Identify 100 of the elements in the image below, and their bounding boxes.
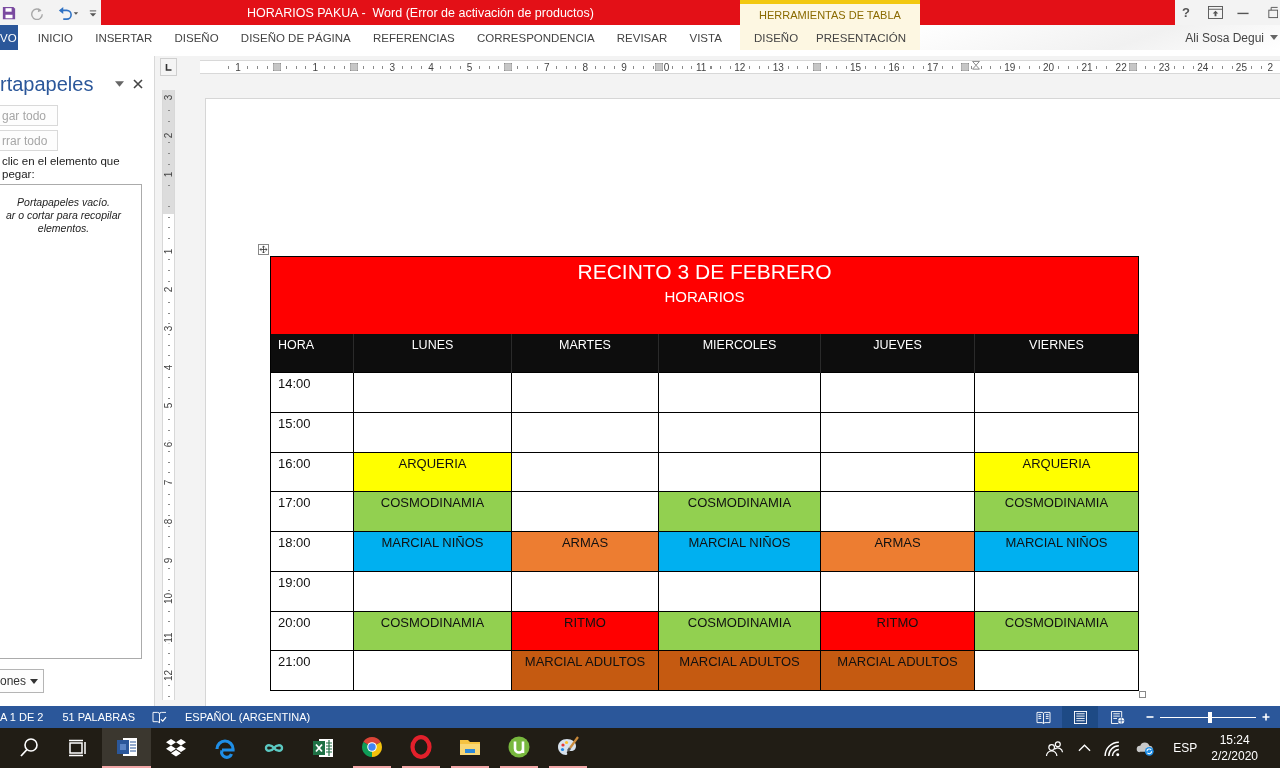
column-header: HORA	[270, 333, 354, 373]
ruler-number: 1	[234, 61, 242, 73]
column-header: JUEVES	[820, 333, 975, 373]
ruler-number: 4	[163, 363, 174, 371]
taskbar-app-button[interactable]	[102, 728, 151, 768]
table-cell: MARCIAL ADULTOS	[820, 650, 975, 691]
ruler-number: 19	[1003, 61, 1017, 73]
language-indicator[interactable]: ESPAÑOL (ARGENTINA)	[185, 711, 311, 723]
options-button[interactable]: ones	[0, 669, 44, 693]
caret-up-icon[interactable]	[1078, 744, 1092, 752]
horizontal-ruler[interactable]: 1 1 3 4 5 7 8 9 0 11 12 13 15 16 17 19 20 21 22 23 24 25 2	[200, 60, 1280, 74]
input-language[interactable]: ESP	[1173, 741, 1198, 755]
ring-icon	[408, 735, 433, 759]
column-marker-icon[interactable]	[961, 63, 970, 71]
spreadsheet-app-icon	[310, 736, 335, 760]
people-icon[interactable]	[1045, 739, 1065, 757]
ruler-number: 15	[848, 61, 863, 73]
window-title: HORARIOS PAKUA - Word (Error de activación de productos)	[247, 5, 594, 20]
restore-icon[interactable]	[1268, 6, 1278, 19]
time-cell: 17:00	[270, 491, 354, 532]
slider-thumb[interactable]	[1207, 711, 1212, 723]
zoom-out-icon[interactable]	[1146, 713, 1154, 721]
ruler-number: 24	[1196, 61, 1210, 73]
vertical-ruler[interactable]: 3 2 1 1 2 3 4 5 6 7 8 9 10 11 12	[162, 90, 175, 700]
caret-icon	[30, 678, 38, 684]
ruler-number: 25	[1234, 61, 1248, 73]
column-marker-icon[interactable]	[654, 63, 663, 71]
ruler-number: 9	[620, 61, 628, 73]
ruler-number: 13	[771, 61, 785, 73]
ribbon-tab[interactable]: INSERTAR	[93, 25, 155, 50]
ruler-number: 22	[1114, 61, 1128, 73]
table-subtitle: HORARIOS	[663, 287, 746, 307]
save-icon[interactable]	[2, 5, 16, 20]
ruler-number: 4	[427, 61, 435, 73]
ribbon-tab[interactable]: REFERENCIAS	[370, 25, 457, 50]
ribbon-tab[interactable]: DISEÑO	[172, 25, 221, 50]
column-marker-icon[interactable]	[812, 63, 821, 71]
ruler-number: 16	[887, 61, 901, 73]
ruler-number: 1	[311, 61, 319, 73]
ribbon-tab[interactable]: DISEÑO DE PÁGINA	[238, 25, 353, 50]
ribbon-tab[interactable]: DISEÑO	[752, 25, 801, 50]
close-icon[interactable]	[133, 79, 143, 89]
column-header: VIERNES	[974, 333, 1139, 373]
column-marker-icon[interactable]	[504, 63, 513, 71]
ruler-number: 0	[662, 61, 671, 73]
caret-icon[interactable]	[115, 81, 124, 87]
swirl-icon	[212, 736, 237, 760]
ribbon-tab[interactable]: INICIO	[35, 25, 75, 50]
ribbon-tab[interactable]: VO	[0, 25, 18, 50]
web-page-icon	[1109, 710, 1125, 724]
word-count[interactable]: 51 PALABRAS	[62, 711, 135, 723]
segmented-ball-icon	[359, 735, 384, 759]
ribbon-tab[interactable]: VISTA	[687, 25, 724, 50]
table-cell: ARQUERIA	[974, 452, 1139, 492]
column-marker-icon[interactable]	[272, 63, 281, 71]
column-marker-icon[interactable]	[349, 63, 358, 71]
ruler-number: 8	[581, 61, 590, 73]
zoom-in-icon[interactable]	[1262, 713, 1270, 721]
table-cell: MARCIAL NIÑOS	[658, 531, 821, 572]
move-handle-icon[interactable]	[258, 244, 269, 255]
column-marker-icon[interactable]	[1128, 63, 1137, 71]
ruler-number: 20	[1041, 61, 1055, 73]
time-cell: 19:00	[270, 571, 354, 611]
ribbon-display-icon[interactable]	[1208, 6, 1223, 19]
clock-time[interactable]: 15:24	[1219, 732, 1250, 748]
caret-icon[interactable]	[1270, 35, 1278, 40]
ruler-number: 7	[542, 61, 551, 73]
print-view-button[interactable]	[1062, 706, 1098, 728]
round-badge-icon	[506, 735, 531, 759]
document-app-icon	[114, 735, 139, 759]
ruler-number: 11	[163, 631, 174, 644]
ruler-number: 2	[1266, 61, 1275, 73]
table-cell: RITMO	[511, 611, 659, 651]
column-header: MARTES	[511, 333, 659, 373]
ruler-number: 2	[163, 286, 174, 294]
ribbon-tab[interactable]: REVISAR	[614, 25, 670, 50]
account-name[interactable]: Ali Sosa Degui	[1185, 30, 1264, 45]
clock-date[interactable]: 2/2/2020	[1211, 748, 1258, 764]
time-cell: 14:00	[270, 372, 354, 413]
ruler-number: 3	[388, 61, 397, 73]
indent-marker-icon[interactable]	[971, 61, 982, 73]
resize-handle-icon[interactable]	[1139, 691, 1146, 698]
ribbon-tab[interactable]: PRESENTACIÓN	[814, 25, 908, 50]
time-cell: 20:00	[270, 611, 354, 651]
undo-icon[interactable]	[58, 5, 79, 20]
page-count[interactable]: A 1 DE 2	[0, 711, 44, 723]
ruler-number: 12	[163, 669, 174, 683]
table-cell: MARCIAL ADULTOS	[511, 650, 659, 691]
ribbon-tab[interactable]: CORRESPONDENCIA	[475, 25, 597, 50]
ruler-number: 7	[163, 479, 174, 487]
proofing-book-icon[interactable]	[152, 710, 167, 724]
table-title: RECINTO 3 DE FEBRERO	[576, 259, 833, 285]
help-button[interactable]: ?	[1180, 5, 1192, 20]
tab-stop-icon[interactable]	[160, 58, 177, 76]
time-cell: 21:00	[270, 650, 354, 691]
table-cell: MARCIAL NIÑOS	[353, 531, 512, 572]
cloud-sync-icon[interactable]	[1136, 739, 1156, 757]
table-cell: COSMODINAMIA	[658, 491, 821, 532]
table-cell: COSMODINAMIA	[353, 491, 512, 532]
time-cell: 16:00	[270, 452, 354, 492]
